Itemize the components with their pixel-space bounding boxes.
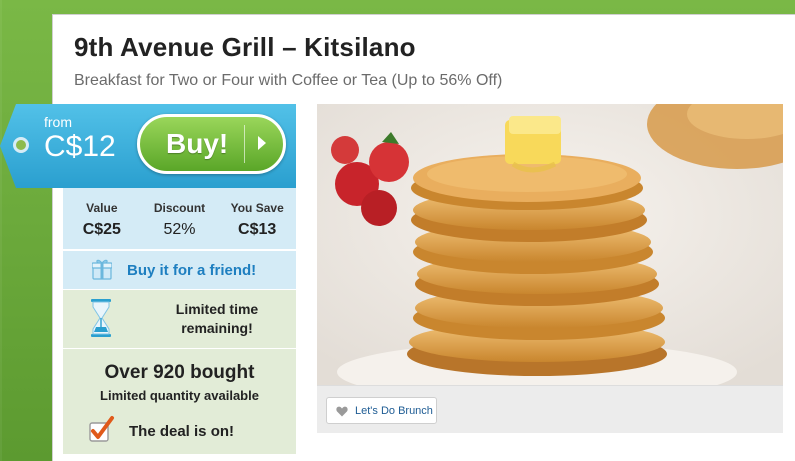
time-remaining: Limited time remaining!	[63, 290, 296, 348]
chevron-right-icon	[258, 136, 266, 150]
stat-value: Value C$25	[63, 188, 141, 249]
tag-hole	[13, 137, 29, 153]
deal-photo	[317, 104, 783, 385]
deal-stats: Value C$25 Discount 52% You Save C$13	[63, 188, 296, 250]
tag-label: Let's Do Brunch	[355, 405, 433, 417]
stat-amount: C$13	[238, 221, 277, 238]
limited-quantity: Limited quantity available	[100, 388, 259, 403]
check-icon	[89, 416, 114, 442]
buy-for-friend-button[interactable]: Buy it for a friend!	[63, 251, 296, 289]
price-value: C$12	[44, 130, 116, 163]
stat-label: Discount	[153, 201, 206, 215]
deal-on-label: The deal is on!	[129, 423, 235, 440]
bought-count: Over 920 bought	[104, 362, 255, 383]
buy-button-divider	[244, 125, 245, 163]
buy-button-label: Buy!	[166, 128, 229, 159]
time-remaining-label: Limited time remaining!	[175, 301, 259, 336]
stat-amount: C$25	[82, 221, 121, 238]
tag-button[interactable]: Let's Do Brunch	[326, 397, 437, 424]
stat-discount: Discount 52%	[141, 188, 219, 249]
stat-label: Value	[86, 201, 118, 215]
stat-label: You Save	[230, 201, 284, 215]
deal-subtitle: Breakfast for Two or Four with Coffee or…	[74, 72, 503, 89]
hourglass-icon	[91, 299, 111, 337]
stat-you-save: You Save C$13	[218, 188, 296, 249]
buy-for-friend-label: Buy it for a friend!	[127, 262, 257, 279]
from-label: from	[44, 114, 72, 130]
gift-icon	[92, 259, 112, 280]
pancake-image	[317, 104, 783, 385]
purchase-status: Over 920 bought Limited quantity availab…	[63, 349, 296, 454]
deal-title: 9th Avenue Grill – Kitsilano	[74, 32, 416, 62]
stat-amount: 52%	[163, 221, 196, 238]
heart-icon	[336, 406, 348, 417]
buy-button[interactable]: Buy!	[137, 114, 286, 174]
